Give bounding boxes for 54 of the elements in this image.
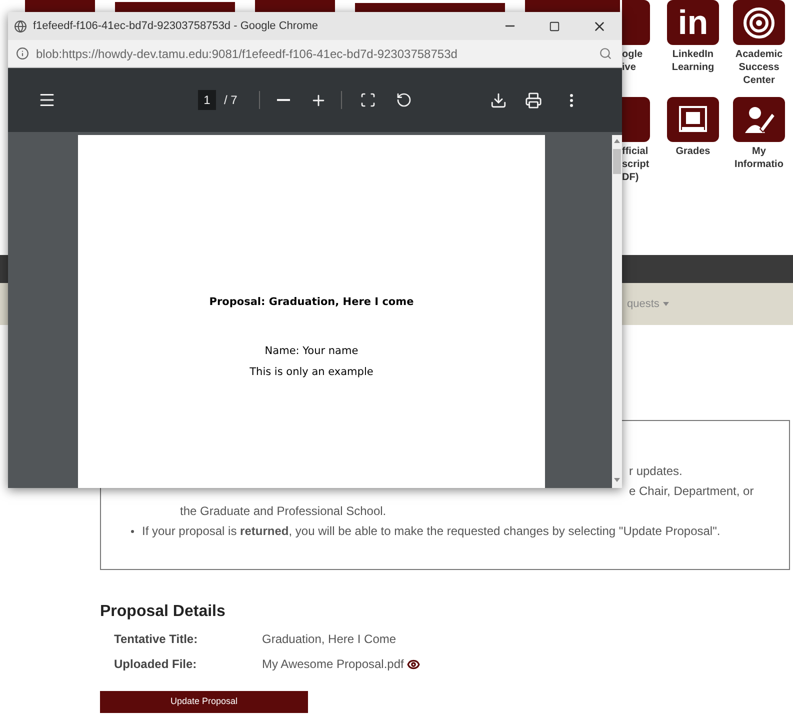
- document-heading: Proposal: Graduation, Here I come: [209, 295, 414, 310]
- caret-icon: [663, 302, 670, 306]
- rotate-button[interactable]: [396, 92, 412, 108]
- app-tile-icon[interactable]: [622, 0, 650, 45]
- rotate-icon: [396, 92, 412, 108]
- grades-tile-icon[interactable]: [667, 97, 719, 142]
- download-icon: [490, 92, 508, 108]
- page-count: / 7: [224, 92, 238, 109]
- detail-label: Uploaded File:: [114, 656, 198, 673]
- scrollbar-thumb[interactable]: [613, 149, 621, 174]
- scrollbar[interactable]: [612, 135, 622, 488]
- address-bar[interactable]: blob:https://howdy-dev.tamu.edu:9081/f1efeedf-f106-41ec-bd7d-92303758753d: [8, 40, 622, 68]
- detail-value: Graduation, Here I Come: [262, 631, 396, 648]
- minus-icon: [277, 99, 290, 101]
- info-icon[interactable]: [16, 47, 29, 60]
- tile-label[interactable]: Academic Success Center: [735, 48, 783, 87]
- menu-icon: [38, 91, 56, 109]
- menu-button[interactable]: [38, 91, 56, 109]
- bullet-icon: [131, 530, 134, 532]
- document-text: Name: Your name: [264, 344, 358, 359]
- target-tile-icon[interactable]: [733, 0, 785, 45]
- scroll-up-icon[interactable]: [614, 139, 620, 143]
- tile-label[interactable]: LinkedIn Learning: [672, 48, 714, 74]
- more-icon: [570, 94, 574, 106]
- print-icon: [525, 92, 542, 108]
- tile-label[interactable]: Grades: [676, 145, 710, 158]
- page-number-field[interactable]: 1: [198, 90, 216, 110]
- fit-page-icon: [360, 92, 376, 108]
- address-text: blob:https://howdy-dev.tamu.edu:9081/f1efeedf-f106-41ec-bd7d-92303758753d: [36, 46, 458, 62]
- view-file-icon[interactable]: [406, 658, 420, 670]
- tile-label[interactable]: ogle ive: [622, 48, 643, 74]
- detail-value: My Awesome Proposal.pdf: [262, 656, 404, 673]
- app-tile-icon[interactable]: [622, 97, 650, 142]
- linkedin-tile[interactable]: in: [667, 0, 719, 45]
- print-button[interactable]: [525, 92, 542, 108]
- notice-text: e Chair, Department, or: [629, 484, 754, 498]
- scroll-down-icon[interactable]: [614, 478, 620, 482]
- tile-label[interactable]: fficial script DF): [622, 145, 650, 184]
- person-edit-tile-icon[interactable]: [733, 97, 785, 142]
- notice-text: r updates.: [629, 464, 682, 478]
- more-button[interactable]: [570, 94, 574, 106]
- zoom-icon[interactable]: [599, 47, 612, 60]
- update-proposal-button[interactable]: Update Proposal: [100, 691, 308, 713]
- section-heading: Proposal Details: [100, 602, 226, 622]
- detail-label: Tentative Title:: [114, 631, 199, 648]
- document-text: This is only an example: [250, 364, 374, 380]
- download-button[interactable]: [490, 92, 508, 108]
- maximize-icon: [549, 20, 560, 32]
- notice-text: If your proposal is returned, you will be able to make the requested changes by selecting "Update Proposal".: [142, 523, 720, 540]
- globe-icon: [14, 20, 27, 32]
- notice-text: the Graduate and Professional School.: [180, 504, 386, 518]
- fit-page-button[interactable]: [360, 92, 376, 108]
- tile-label[interactable]: My Informatio: [734, 145, 784, 171]
- window-title: f1efeedf-f106-41ec-bd7d-92303758753d - Google Chrome: [33, 18, 318, 34]
